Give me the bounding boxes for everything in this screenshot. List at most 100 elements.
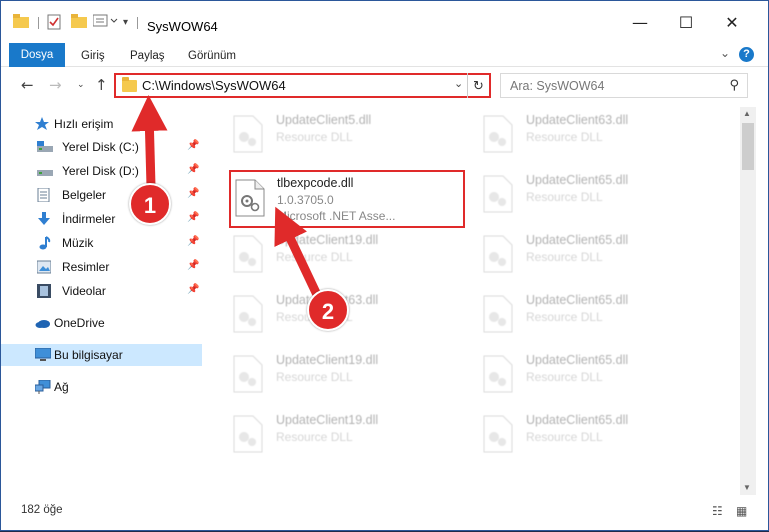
file-name: UpdateClient19.dll — [276, 353, 379, 367]
quick-access-toolbar-icon[interactable] — [92, 14, 119, 28]
tiles-view-icon[interactable]: ▦ — [736, 504, 747, 518]
sidebar-item-network[interactable]: Ağ — [1, 376, 202, 398]
dll-file-icon — [235, 179, 265, 217]
pin-icon[interactable]: 📌 — [187, 164, 199, 175]
file-version: 1.0.3705.0 — [277, 193, 334, 207]
customize-dropdown-icon[interactable]: ▾ — [123, 17, 128, 28]
tab-file[interactable]: Dosya — [9, 43, 65, 67]
file-item[interactable]: UpdateClient19.dll Resource DLL — [207, 227, 447, 283]
cloud-icon — [35, 316, 50, 330]
sidebar-item-label: Resimler — [62, 260, 110, 274]
dll-file-icon — [483, 235, 513, 273]
file-description: Resource DLL — [526, 130, 603, 144]
file-name: UpdateClient63.dll — [526, 113, 629, 127]
file-item[interactable]: UpdateClient65.dll Resource DLL — [457, 407, 697, 463]
sidebar-item-label: Belgeler — [62, 188, 107, 202]
maximize-button[interactable]: ☐ — [663, 7, 709, 37]
drive-icon — [37, 140, 53, 154]
address-bar[interactable]: C:\Windows\SysWOW64 ⌄ ↻ — [114, 73, 491, 98]
file-description: Resource DLL — [276, 250, 353, 264]
pictures-icon — [36, 260, 52, 274]
sidebar-item-label: Müzik — [62, 236, 94, 250]
file-item[interactable]: UpdateClient65.dll Resource DLL — [457, 227, 697, 283]
navigation-bar: ← → ⌄ ↑ C:\Windows\SysWOW64 ⌄ ↻ Ara: Sys… — [1, 68, 768, 104]
sidebar-item-downloads[interactable]: İndirmeler 📌 — [1, 208, 202, 230]
pin-icon[interactable]: 📌 — [187, 212, 199, 223]
pin-icon[interactable]: 📌 — [187, 236, 199, 247]
pin-icon[interactable]: 📌 — [187, 260, 199, 271]
file-item[interactable]: UpdateClient65.dll Resource DLL — [457, 347, 697, 403]
item-count: 182 öğe — [21, 504, 63, 516]
sidebar-item-label: Hızlı erişim — [54, 117, 114, 131]
pin-icon[interactable]: 📌 — [187, 188, 199, 199]
file-item[interactable]: UpdateClient19.dll Resource DLL — [207, 347, 447, 403]
sidebar-item-videos[interactable]: Videolar 📌 — [1, 280, 202, 302]
file-name: UpdateClient19.dll — [276, 413, 379, 427]
recent-locations-icon[interactable]: ⌄ — [77, 80, 85, 90]
search-icon[interactable]: ⚲ — [729, 77, 739, 93]
sidebar-item-quick-access[interactable]: Hızlı erişim — [1, 113, 202, 135]
pin-icon[interactable]: 📌 — [187, 284, 199, 295]
file-item[interactable]: UpdateClient65.dll Resource DLL — [457, 167, 697, 223]
close-button[interactable]: ✕ — [709, 7, 755, 37]
sidebar-item-pictures[interactable]: Resimler 📌 — [1, 256, 202, 278]
sidebar-item-label: Ağ — [54, 380, 69, 394]
help-icon[interactable]: ? — [739, 47, 754, 62]
properties-icon[interactable] — [47, 14, 61, 30]
expand-ribbon-icon[interactable]: ⌄ — [720, 46, 730, 60]
address-path[interactable]: C:\Windows\SysWOW64 — [142, 78, 286, 93]
sidebar-item-local-disk-c[interactable]: Yerel Disk (C:) 📌 — [1, 136, 202, 158]
dll-file-icon — [233, 295, 263, 333]
title-bar: ▾ SysWOW64 — ☐ ✕ — [1, 1, 768, 39]
tab-view[interactable]: Görünüm — [186, 45, 238, 67]
file-item[interactable]: UpdateClient63.dll Resource DLL — [457, 107, 697, 163]
refresh-icon[interactable]: ↻ — [467, 73, 489, 98]
folder-icon — [122, 77, 137, 92]
sidebar-item-label: İndirmeler — [62, 212, 116, 226]
file-description: Resource DLL — [526, 370, 603, 384]
dll-file-icon — [483, 295, 513, 333]
dll-file-icon — [483, 415, 513, 453]
sidebar-item-documents[interactable]: Belgeler 📌 — [1, 184, 202, 206]
file-item[interactable]: UpdateClient65.dll Resource DLL — [457, 287, 697, 343]
file-description: Resource DLL — [526, 190, 603, 204]
dll-file-icon — [233, 235, 263, 273]
dll-file-icon — [233, 415, 263, 453]
status-bar: 182 öğe ☷ ▦ — [1, 498, 768, 530]
scroll-up-icon[interactable]: ▲ — [743, 109, 751, 118]
sidebar-item-this-pc[interactable]: Bu bilgisayar — [1, 344, 202, 366]
sidebar-item-music[interactable]: Müzik 📌 — [1, 232, 202, 254]
file-name: UpdateClient65.dll — [526, 413, 629, 427]
file-item-highlighted[interactable]: tlbexpcode.dll 1.0.3705.0 Microsoft .NET… — [229, 170, 465, 228]
ribbon-tabs: Dosya Giriş Paylaş Görünüm ⌄ ? — [1, 39, 768, 67]
sidebar-item-onedrive[interactable]: OneDrive — [1, 312, 202, 334]
pin-icon[interactable]: 📌 — [187, 140, 199, 151]
back-arrow-icon[interactable]: ← — [21, 76, 34, 94]
videos-icon — [37, 284, 51, 298]
details-view-icon[interactable]: ☷ — [712, 504, 723, 518]
separator — [137, 17, 138, 29]
scrollbar-thumb[interactable] — [742, 123, 754, 170]
star-icon — [35, 117, 49, 131]
search-placeholder: Ara: SysWOW64 — [510, 79, 605, 93]
new-folder-icon[interactable] — [71, 14, 87, 28]
dll-file-icon — [233, 115, 263, 153]
forward-arrow-icon[interactable]: → — [49, 76, 62, 94]
dll-file-icon — [483, 355, 513, 393]
scroll-down-icon[interactable]: ▼ — [743, 483, 751, 492]
sidebar-item-label: Yerel Disk (C:) — [62, 140, 139, 154]
explorer-window: ▾ SysWOW64 — ☐ ✕ Dosya Giriş Paylaş Görü… — [0, 0, 769, 531]
sidebar-item-local-disk-d[interactable]: Yerel Disk (D:) 📌 — [1, 160, 202, 182]
tab-home[interactable]: Giriş — [79, 45, 107, 67]
vertical-scrollbar[interactable]: ▲ ▼ — [740, 107, 756, 495]
up-arrow-icon[interactable]: ↑ — [95, 76, 108, 94]
download-icon — [37, 212, 51, 226]
address-dropdown-icon[interactable]: ⌄ — [454, 77, 463, 90]
file-item[interactable]: UpdateClient19.dll Resource DLL — [207, 407, 447, 463]
tab-share[interactable]: Paylaş — [128, 45, 167, 67]
search-input[interactable]: Ara: SysWOW64 ⚲ — [500, 73, 748, 98]
computer-icon — [34, 347, 52, 362]
file-item[interactable]: UpdateClient5.dll Resource DLL — [207, 107, 447, 163]
minimize-button[interactable]: — — [617, 7, 663, 37]
separator — [38, 17, 39, 29]
